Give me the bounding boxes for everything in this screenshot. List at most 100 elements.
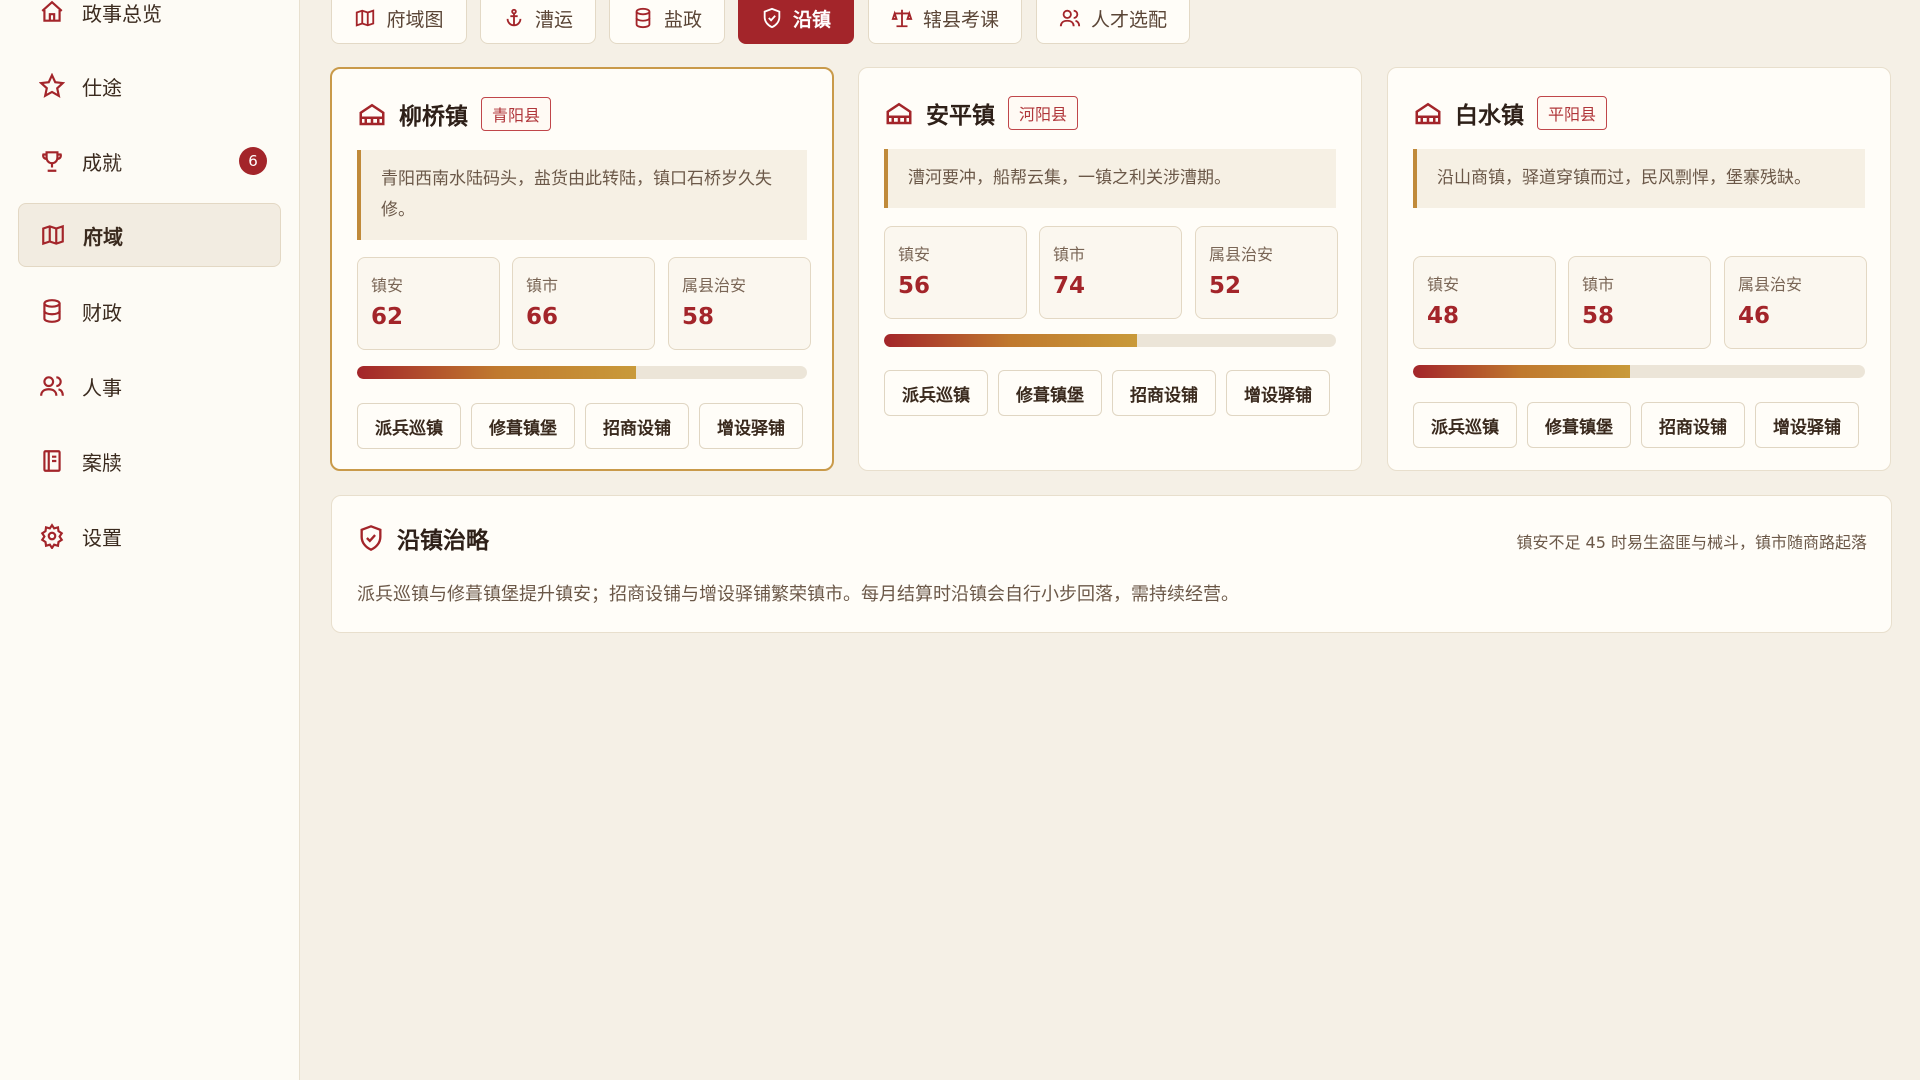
repair-fort-button[interactable]: 修葺镇堡 xyxy=(998,370,1102,416)
town-gate-icon xyxy=(886,102,912,125)
repair-fort-button[interactable]: 修葺镇堡 xyxy=(471,403,575,449)
town-description: 沿山商镇，驿道穿镇而过，民风剽悍，堡寨残缺。 xyxy=(1413,149,1865,208)
dispatch-patrol-button[interactable]: 派兵巡镇 xyxy=(884,370,988,416)
notification-badge: 6 xyxy=(239,147,267,175)
sidebar-item-label: 仕途 xyxy=(82,75,122,100)
stat-label: 属县治安 xyxy=(1209,245,1274,264)
tab-label: 盐政 xyxy=(663,8,702,31)
tab-talent-allocation[interactable]: 人才选配 xyxy=(1036,0,1190,44)
security-progress-bar xyxy=(357,366,807,379)
county-tag: 青阳县 xyxy=(481,97,552,131)
attract-merchants-button[interactable]: 招商设铺 xyxy=(1112,370,1216,416)
tab-label: 人才选配 xyxy=(1090,8,1167,31)
panel-note: 镇安不足 45 时易生盗匪与械斗，镇市随商路起落 xyxy=(1516,533,1867,552)
town-name: 柳桥镇 xyxy=(399,103,468,130)
progress-fill xyxy=(1413,365,1630,378)
attract-merchants-button[interactable]: 招商设铺 xyxy=(1641,402,1745,448)
stat-market: 镇市 58 xyxy=(1568,256,1711,349)
stat-value: 46 xyxy=(1738,303,1771,329)
tab-prefecture-map[interactable]: 府域图 xyxy=(331,0,467,44)
stat-label: 镇安 xyxy=(1427,275,1460,294)
stat-market: 镇市 74 xyxy=(1039,226,1182,319)
stat-label: 镇市 xyxy=(1053,245,1086,264)
attract-merchants-button[interactable]: 招商设铺 xyxy=(585,403,689,449)
sidebar-item-label: 财政 xyxy=(82,300,122,325)
town-strategy-panel: 沿镇治略 镇安不足 45 时易生盗匪与械斗，镇市随商路起落 派兵巡镇与修葺镇堡提… xyxy=(331,495,1892,633)
stat-value: 58 xyxy=(682,304,715,330)
home-icon xyxy=(38,0,66,26)
town-gate-icon xyxy=(359,103,385,126)
county-tag: 河阳县 xyxy=(1008,96,1079,130)
stat-value: 62 xyxy=(371,304,404,330)
stat-value: 58 xyxy=(1582,303,1615,329)
sidebar-item-overview[interactable]: 政事总览 xyxy=(18,0,281,44)
stat-value: 56 xyxy=(898,273,931,299)
star-icon xyxy=(38,72,66,100)
stat-value: 52 xyxy=(1209,273,1242,299)
sidebar-item-finance[interactable]: 财政 xyxy=(18,279,281,343)
stat-label: 属县治安 xyxy=(682,276,747,295)
ledger-icon xyxy=(38,447,66,475)
stat-county-order: 属县治安 46 xyxy=(1724,256,1867,349)
town-description: 漕河要冲，船帮云集，一镇之利关涉漕期。 xyxy=(884,149,1336,208)
stat-county-order: 属县治安 58 xyxy=(668,257,811,350)
town-card-liuqiao[interactable]: 柳桥镇 青阳县 青阳西南水陆码头，盐货由此转陆，镇口石桥岁久失修。 镇安 62 … xyxy=(330,67,834,471)
sidebar: 政事总览 仕途 成就 6 府域 财政 人事 案牍 设置 xyxy=(0,0,300,1080)
stat-value: 66 xyxy=(526,304,559,330)
scale-icon xyxy=(891,9,913,28)
users-icon xyxy=(1059,9,1081,27)
gear-icon xyxy=(38,522,66,550)
users-icon xyxy=(38,372,66,400)
town-card-anping[interactable]: 安平镇 河阳县 漕河要冲，船帮云集，一镇之利关涉漕期。 镇安 56 镇市 74 … xyxy=(858,67,1362,471)
add-relay-station-button[interactable]: 增设驿铺 xyxy=(1226,370,1330,416)
sidebar-item-career[interactable]: 仕途 xyxy=(18,54,281,118)
sidebar-item-cases[interactable]: 案牍 xyxy=(18,429,281,493)
sidebar-item-label: 人事 xyxy=(82,375,122,400)
sidebar-item-prefecture[interactable]: 府域 xyxy=(18,203,281,267)
stat-label: 镇安 xyxy=(898,245,931,264)
town-name: 安平镇 xyxy=(926,102,995,129)
tab-towns[interactable]: 沿镇 xyxy=(738,0,854,44)
map-icon xyxy=(356,9,375,27)
add-relay-station-button[interactable]: 增设驿铺 xyxy=(699,403,803,449)
tab-label: 沿镇 xyxy=(792,8,831,31)
stat-security: 镇安 48 xyxy=(1413,256,1556,349)
shield-icon xyxy=(763,7,781,29)
sidebar-item-label: 案牍 xyxy=(82,450,122,475)
county-tag: 平阳县 xyxy=(1537,96,1608,130)
repair-fort-button[interactable]: 修葺镇堡 xyxy=(1527,402,1631,448)
town-card-baishui[interactable]: 白水镇 平阳县 沿山商镇，驿道穿镇而过，民风剽悍，堡寨残缺。 镇安 48 镇市 … xyxy=(1387,67,1891,471)
stat-security: 镇安 62 xyxy=(357,257,500,350)
trophy-icon xyxy=(38,147,66,175)
stat-label: 镇市 xyxy=(1582,275,1615,294)
stat-label: 镇安 xyxy=(371,276,404,295)
panel-title: 沿镇治略 xyxy=(397,527,489,554)
town-name: 白水镇 xyxy=(1455,102,1524,129)
sidebar-item-settings[interactable]: 设置 xyxy=(18,504,281,568)
dispatch-patrol-button[interactable]: 派兵巡镇 xyxy=(1413,402,1517,448)
sidebar-item-achievements[interactable]: 成就 6 xyxy=(18,129,281,193)
stat-label: 镇市 xyxy=(526,276,559,295)
sidebar-item-label: 成就 xyxy=(82,150,122,175)
stat-county-order: 属县治安 52 xyxy=(1195,226,1338,319)
shield-icon xyxy=(360,525,382,551)
progress-fill xyxy=(884,334,1138,347)
stat-label: 属县治安 xyxy=(1738,275,1803,294)
anchor-icon xyxy=(506,8,522,27)
stat-market: 镇市 66 xyxy=(512,257,655,350)
tab-county-review[interactable]: 辖县考课 xyxy=(868,0,1022,44)
tab-salt-admin[interactable]: 盐政 xyxy=(609,0,725,44)
dispatch-patrol-button[interactable]: 派兵巡镇 xyxy=(357,403,461,449)
add-relay-station-button[interactable]: 增设驿铺 xyxy=(1755,402,1859,448)
stat-security: 镇安 56 xyxy=(884,226,1027,319)
stat-value: 48 xyxy=(1427,303,1460,329)
tab-label: 府域图 xyxy=(386,8,444,31)
progress-fill xyxy=(357,366,636,379)
tab-label: 漕运 xyxy=(534,8,573,31)
sidebar-item-label: 政事总览 xyxy=(82,1,162,26)
sidebar-item-personnel[interactable]: 人事 xyxy=(18,354,281,418)
stat-value: 74 xyxy=(1053,273,1086,299)
sidebar-item-label: 设置 xyxy=(82,525,122,550)
tab-canal-transport[interactable]: 漕运 xyxy=(480,0,596,44)
database-icon xyxy=(38,297,66,325)
